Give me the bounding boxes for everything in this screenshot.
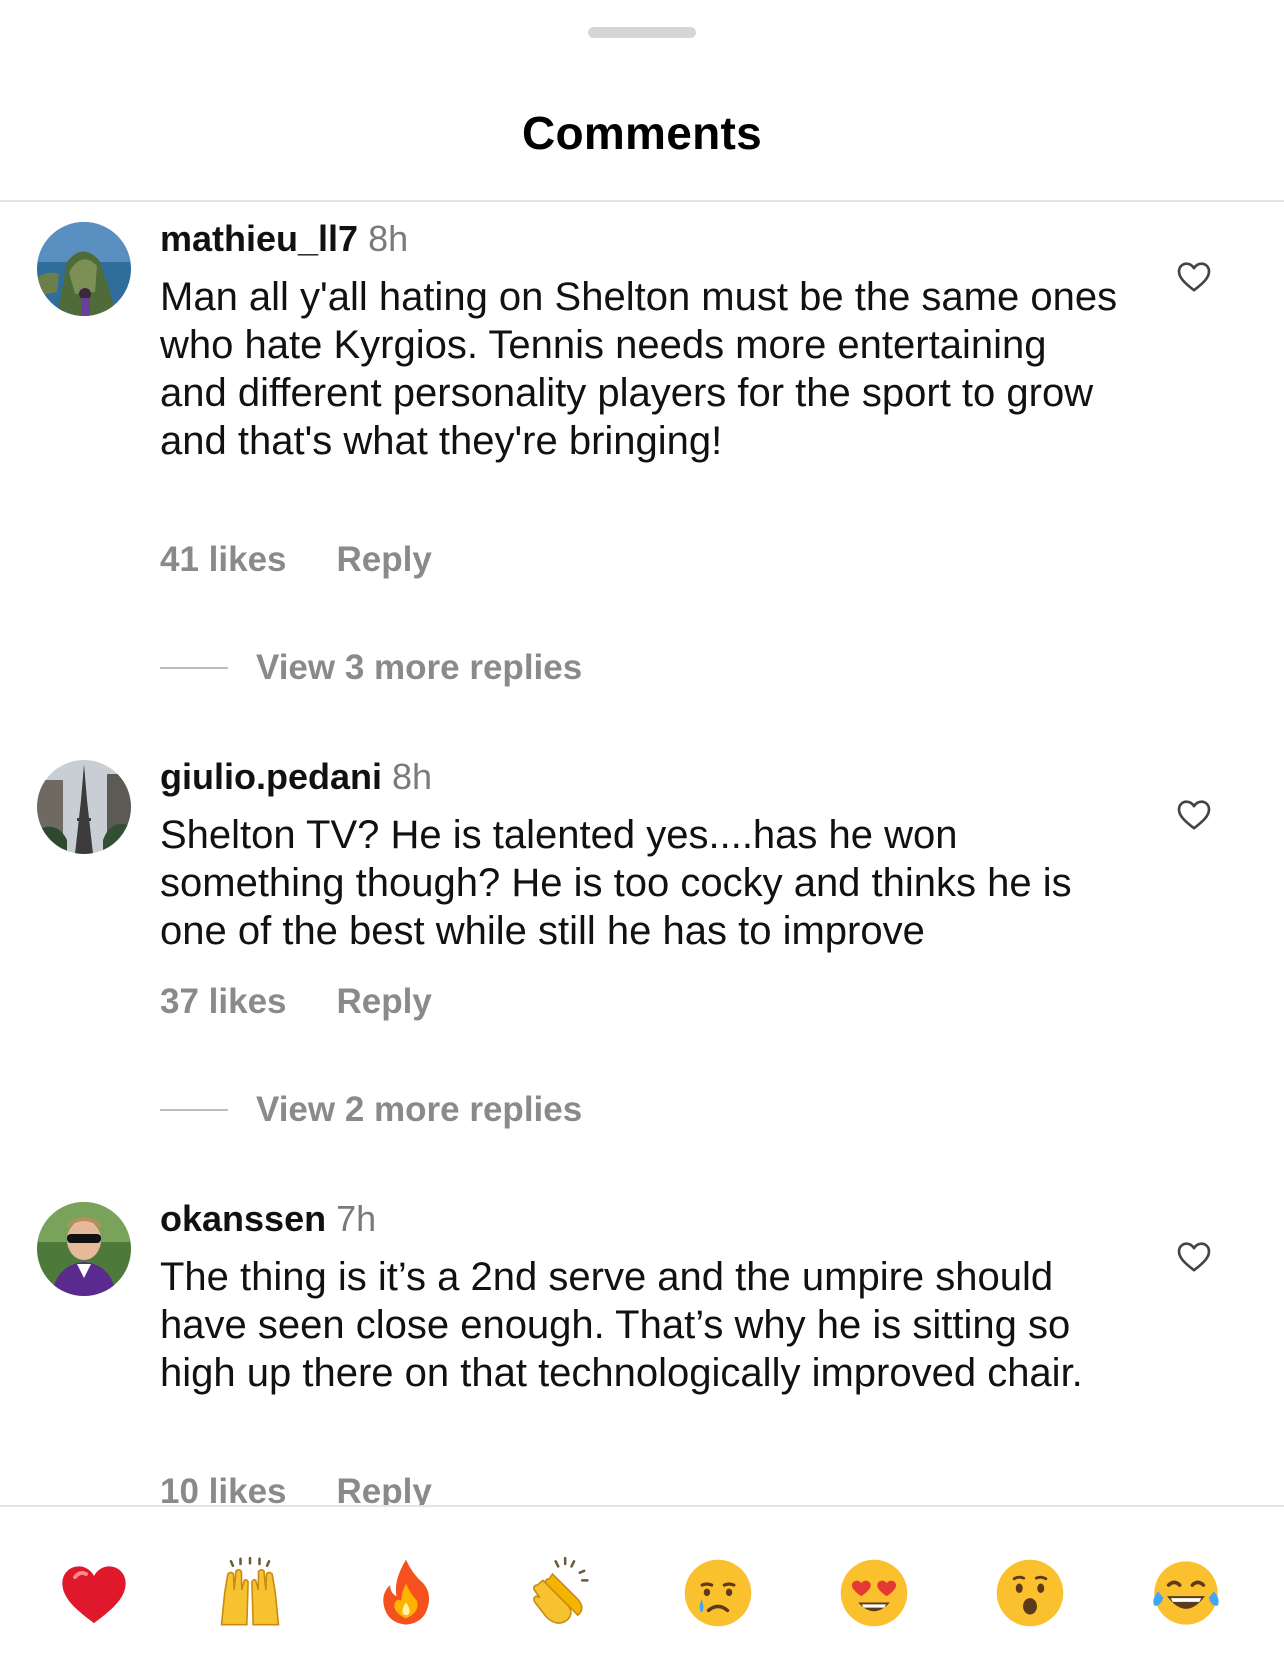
red-heart-icon[interactable] xyxy=(56,1555,132,1631)
page-title: Comments xyxy=(521,107,763,159)
comment-meta: mathieu_ll7 8h xyxy=(160,218,408,260)
replies-line-divider xyxy=(160,667,228,669)
surprised-face-icon[interactable] xyxy=(992,1555,1068,1631)
heart-eyes-face-icon[interactable] xyxy=(836,1555,912,1631)
like-heart-icon[interactable] xyxy=(1174,794,1214,834)
quick-reactions-bar xyxy=(0,1507,1284,1654)
comment-meta: giulio.pedani 8h xyxy=(160,756,432,798)
like-heart-icon[interactable] xyxy=(1174,1236,1214,1276)
reply-button[interactable]: Reply xyxy=(337,982,432,1022)
comment-text: The thing is it’s a 2nd serve and the um… xyxy=(160,1255,1083,1395)
replies-line-divider xyxy=(160,1109,228,1111)
comment-actions: 37 likes Reply xyxy=(160,982,432,1022)
header-divider xyxy=(0,200,1284,202)
comment-timestamp: 7h xyxy=(336,1198,377,1239)
comment-text: Shelton TV? He is talented yes....has he… xyxy=(160,813,1072,953)
likes-count[interactable]: 37 likes xyxy=(160,982,287,1022)
avatar[interactable] xyxy=(37,222,131,316)
likes-count[interactable]: 41 likes xyxy=(160,540,287,580)
raising-hands-icon[interactable] xyxy=(212,1555,288,1631)
avatar[interactable] xyxy=(37,760,131,854)
view-replies-label: View 3 more replies xyxy=(256,648,583,687)
comment-username[interactable]: okanssen xyxy=(160,1198,326,1239)
sheet-grabber-handle[interactable] xyxy=(588,27,696,38)
fire-icon[interactable] xyxy=(368,1555,444,1631)
comments-sheet: Comments mathieu_ll7 8h Man all y'all hat… xyxy=(0,0,1284,1654)
comment-username[interactable]: giulio.pedani xyxy=(160,756,382,797)
tears-of-joy-face-icon[interactable] xyxy=(1148,1555,1224,1631)
comment-actions: 41 likes Reply xyxy=(160,540,432,580)
reply-button[interactable]: Reply xyxy=(337,540,432,580)
clapping-hands-icon[interactable] xyxy=(524,1555,600,1631)
view-more-replies-button[interactable]: View 3 more replies xyxy=(160,648,582,688)
comment-timestamp: 8h xyxy=(368,218,409,259)
view-more-replies-button[interactable]: View 2 more replies xyxy=(160,1090,582,1130)
like-heart-icon[interactable] xyxy=(1174,256,1214,296)
comment-meta: okanssen 7h xyxy=(160,1198,376,1240)
comment-username[interactable]: mathieu_ll7 xyxy=(160,218,358,259)
crying-face-icon[interactable] xyxy=(680,1555,756,1631)
comment-text: Man all y'all hating on Shelton must be … xyxy=(160,275,1118,463)
comment-timestamp: 8h xyxy=(392,756,433,797)
avatar[interactable] xyxy=(37,1202,131,1296)
view-replies-label: View 2 more replies xyxy=(256,1090,583,1129)
